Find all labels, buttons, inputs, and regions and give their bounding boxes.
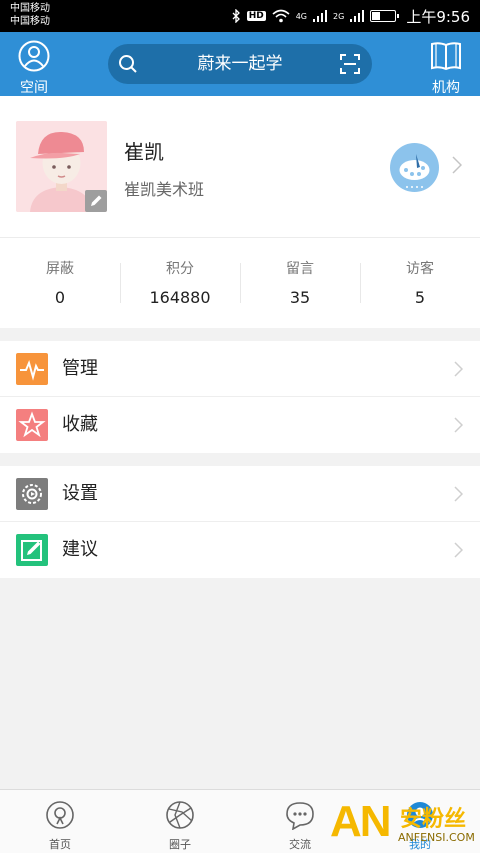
space-button[interactable]: 空间 bbox=[14, 40, 54, 97]
battery-level bbox=[372, 12, 380, 20]
pencil-icon bbox=[91, 195, 102, 206]
profile-name: 崔凯 bbox=[124, 140, 164, 164]
settings-icon-bg bbox=[16, 478, 48, 510]
stat-label: 屏蔽 bbox=[46, 261, 74, 277]
home-icon bbox=[46, 801, 74, 829]
tab-circle[interactable]: 圈子 bbox=[120, 790, 240, 853]
battery-icon bbox=[370, 10, 400, 22]
book-icon bbox=[431, 42, 461, 71]
chevron-right-icon bbox=[452, 156, 462, 174]
chevron-right-icon bbox=[454, 542, 463, 558]
profile-class: 崔凯美术班 bbox=[124, 180, 205, 199]
tab-label: 首页 bbox=[49, 838, 71, 851]
stat-value: 5 bbox=[414, 288, 426, 307]
menu-group-2: 设置 建议 bbox=[0, 466, 480, 578]
stat-messages[interactable]: 留言 35 bbox=[240, 238, 360, 328]
watermark-brand: AN bbox=[330, 797, 392, 846]
institution-label: 机构 bbox=[432, 80, 460, 96]
network-type-1: 4G bbox=[295, 11, 308, 21]
palette-icon bbox=[399, 154, 430, 188]
stat-value: 164880 bbox=[149, 288, 211, 307]
watermark-chinese: 安粉丝 bbox=[400, 807, 467, 832]
bluetooth-icon bbox=[232, 9, 240, 23]
favorites-icon-bg bbox=[16, 409, 48, 441]
user-circle-icon bbox=[18, 40, 50, 72]
top-app-bar: 空间 蔚来一起学 机构 bbox=[0, 32, 480, 96]
stat-label: 积分 bbox=[166, 261, 194, 277]
stat-value: 0 bbox=[54, 288, 66, 307]
scan-icon[interactable] bbox=[340, 54, 360, 74]
chevron-right-icon bbox=[454, 486, 463, 502]
stat-value: 35 bbox=[289, 288, 311, 307]
search-text: 蔚来一起学 bbox=[197, 54, 283, 74]
chevron-right-icon bbox=[454, 361, 463, 377]
carrier-2: 中国移动 bbox=[10, 16, 50, 27]
profile-card[interactable]: 崔凯 崔凯美术班 bbox=[0, 96, 480, 238]
signal-icon bbox=[313, 10, 328, 22]
pencil-icon bbox=[21, 540, 42, 561]
menu-item-manage[interactable]: 管理 bbox=[0, 341, 480, 397]
manage-icon-bg bbox=[16, 353, 48, 385]
stat-label: 访客 bbox=[406, 261, 434, 277]
chat-icon bbox=[286, 802, 314, 831]
tab-home[interactable]: 首页 bbox=[0, 790, 120, 853]
menu-label-favorites: 收藏 bbox=[62, 414, 98, 435]
signal-icon bbox=[350, 10, 365, 22]
watermark: AN 安粉丝 ANFENSI.COM bbox=[330, 797, 480, 853]
watermark-site: ANFENSI.COM bbox=[398, 831, 475, 844]
space-label: 空间 bbox=[20, 80, 48, 96]
circle-icon bbox=[166, 801, 194, 829]
tab-label: 圈子 bbox=[169, 838, 191, 851]
wifi-icon bbox=[272, 9, 290, 23]
clock: 上午9:56 bbox=[406, 7, 470, 26]
stat-label: 留言 bbox=[286, 261, 314, 277]
menu-label-feedback: 建议 bbox=[62, 539, 98, 560]
menu-item-settings[interactable]: 设置 bbox=[0, 466, 480, 522]
menu-label-settings: 设置 bbox=[62, 483, 98, 504]
feedback-icon-bg bbox=[16, 534, 48, 566]
stats-row: 屏蔽 0 积分 164880 留言 35 访客 5 bbox=[0, 238, 480, 328]
institution-button[interactable]: 机构 bbox=[426, 40, 466, 97]
status-bar: 中国移动 中国移动 HD 4G 2G 上午9:56 bbox=[0, 0, 480, 32]
menu-label-manage: 管理 bbox=[62, 358, 98, 379]
pulse-icon bbox=[20, 360, 44, 381]
stat-points[interactable]: 积分 164880 bbox=[120, 238, 240, 328]
menu-item-feedback[interactable]: 建议 bbox=[0, 522, 480, 578]
network-type-2: 2G bbox=[333, 11, 345, 21]
institution-logo[interactable] bbox=[390, 143, 439, 192]
menu-group-1: 管理 收藏 bbox=[0, 341, 480, 453]
menu-item-favorites[interactable]: 收藏 bbox=[0, 397, 480, 453]
stat-visitors[interactable]: 访客 5 bbox=[360, 238, 480, 328]
hd-badge: HD bbox=[246, 11, 266, 21]
stat-blocked[interactable]: 屏蔽 0 bbox=[0, 238, 120, 328]
chevron-right-icon bbox=[454, 417, 463, 433]
search-bar[interactable]: 蔚来一起学 bbox=[108, 44, 372, 84]
edit-avatar-button[interactable] bbox=[85, 190, 107, 212]
carrier-1: 中国移动 bbox=[10, 3, 50, 14]
gear-icon bbox=[22, 484, 42, 504]
star-icon bbox=[18, 411, 46, 438]
